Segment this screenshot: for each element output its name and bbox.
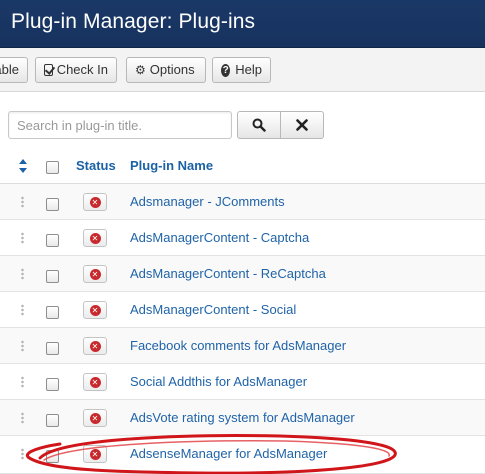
drag-handle-icon[interactable]: [21, 376, 24, 388]
plugin-name-link[interactable]: Social Addthis for AdsManager: [130, 374, 307, 389]
disabled-icon: ✕: [89, 304, 101, 316]
drag-handle-icon[interactable]: [21, 304, 24, 316]
table-row: ✕ AdsManagerContent - Captcha: [0, 220, 485, 256]
status-toggle-button[interactable]: ✕: [83, 373, 107, 391]
enable-button[interactable]: able: [0, 57, 28, 83]
name-column-header[interactable]: Plug-in Name: [130, 158, 213, 173]
gear-icon: ⚙: [135, 63, 146, 77]
table-row: ✕ AdsenseManager for AdsManager: [0, 436, 485, 474]
enable-button-label: able: [0, 62, 19, 77]
page-header: Plug-in Manager: Plug-ins: [0, 0, 485, 48]
row-checkbox[interactable]: [46, 198, 59, 211]
plugin-name-link[interactable]: AdsManagerContent - ReCaptcha: [130, 266, 326, 281]
plugin-name-link[interactable]: AdsenseManager for AdsManager: [130, 446, 327, 461]
table-row: ✕ Facebook comments for AdsManager: [0, 328, 485, 364]
disabled-icon: ✕: [89, 376, 101, 388]
status-toggle-button[interactable]: ✕: [83, 301, 107, 319]
row-checkbox[interactable]: [46, 450, 59, 463]
table-header: Status Plug-in Name: [0, 148, 485, 184]
status-toggle-button[interactable]: ✕: [83, 193, 107, 211]
status-column-header[interactable]: Status: [76, 158, 116, 173]
table-row: ✕ AdsManagerContent - ReCaptcha: [0, 256, 485, 292]
checkbox-icon: [44, 64, 53, 76]
disabled-icon: ✕: [89, 268, 101, 280]
page-title: Plug-in Manager: Plug-ins: [11, 10, 256, 33]
status-toggle-button[interactable]: ✕: [83, 445, 107, 463]
select-all-checkbox[interactable]: [46, 161, 59, 174]
clear-search-button[interactable]: [280, 111, 324, 139]
help-button[interactable]: ? Help: [212, 57, 271, 83]
row-checkbox[interactable]: [46, 342, 59, 355]
clear-icon: [296, 119, 308, 131]
help-label: Help: [235, 62, 262, 77]
status-toggle-button[interactable]: ✕: [83, 229, 107, 247]
options-button[interactable]: ⚙ Options: [126, 57, 206, 83]
search-button[interactable]: [237, 111, 281, 139]
drag-handle-icon[interactable]: [21, 448, 24, 460]
status-toggle-button[interactable]: ✕: [83, 265, 107, 283]
plugin-name-link[interactable]: AdsManagerContent - Captcha: [130, 230, 309, 245]
search-icon: [252, 118, 266, 132]
plugin-name-link[interactable]: AdsManagerContent - Social: [130, 302, 296, 317]
check-in-label: Check In: [56, 62, 108, 77]
help-icon: ?: [221, 63, 231, 77]
status-toggle-button[interactable]: ✕: [83, 337, 107, 355]
row-checkbox[interactable]: [46, 270, 59, 283]
row-checkbox[interactable]: [46, 306, 59, 319]
sort-order-icon[interactable]: [18, 159, 28, 173]
disabled-icon: ✕: [89, 412, 101, 424]
disabled-icon: ✕: [89, 340, 101, 352]
table-row: ✕ Adsmanager - JComments: [0, 184, 485, 220]
drag-handle-icon[interactable]: [21, 232, 24, 244]
search-input[interactable]: [8, 111, 232, 139]
table-row: ✕ AdsVote rating system for AdsManager: [0, 400, 485, 436]
options-label: Options: [149, 62, 195, 77]
check-in-button[interactable]: Check In: [35, 57, 117, 83]
status-toggle-button[interactable]: ✕: [83, 409, 107, 427]
disabled-icon: ✕: [89, 196, 101, 208]
row-checkbox[interactable]: [46, 234, 59, 247]
drag-handle-icon[interactable]: [21, 196, 24, 208]
disabled-icon: ✕: [89, 232, 101, 244]
table-row: ✕ Social Addthis for AdsManager: [0, 364, 485, 400]
toolbar: able Check In ⚙ Options ? Help: [0, 48, 485, 92]
plugin-name-link[interactable]: Facebook comments for AdsManager: [130, 338, 346, 353]
disabled-icon: ✕: [89, 448, 101, 460]
row-checkbox[interactable]: [46, 414, 59, 427]
row-checkbox[interactable]: [46, 378, 59, 391]
drag-handle-icon[interactable]: [21, 412, 24, 424]
drag-handle-icon[interactable]: [21, 268, 24, 280]
plugin-name-link[interactable]: AdsVote rating system for AdsManager: [130, 410, 355, 425]
drag-handle-icon[interactable]: [21, 340, 24, 352]
table-row: ✕ AdsManagerContent - Social: [0, 292, 485, 328]
plugin-name-link[interactable]: Adsmanager - JComments: [130, 194, 285, 209]
